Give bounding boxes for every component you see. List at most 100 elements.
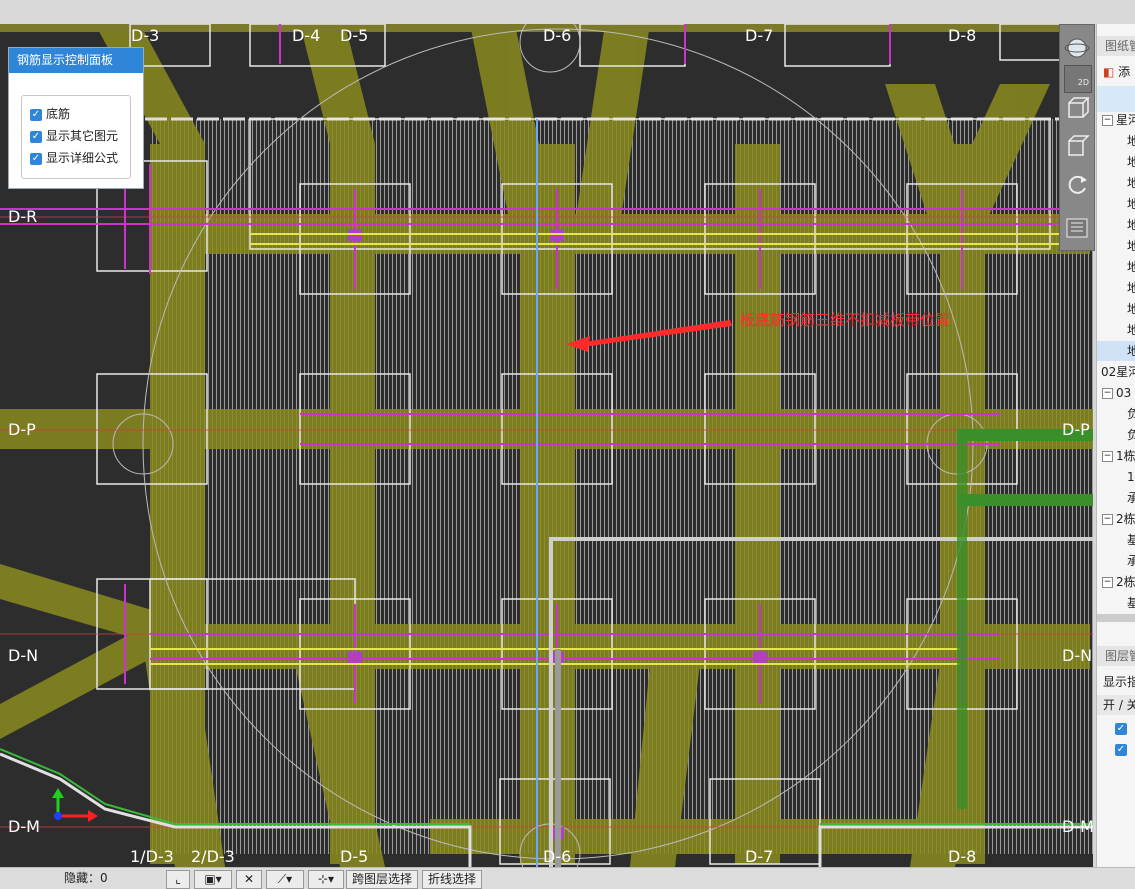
tree-item[interactable]: 负 [1097, 404, 1135, 424]
tree-item-label: 地 [1127, 344, 1135, 358]
rebar-drawing: D-3 D-4 D-5 D-6 D-7 D-8 D-R D-P D-N D-M … [0, 24, 1093, 867]
layer-toggle-2[interactable]: ✓ [1097, 738, 1135, 758]
point-tool-icon[interactable]: ⊹▾ [308, 870, 344, 889]
tree-item[interactable]: 地 [1097, 236, 1135, 256]
2d-label: 2D [1077, 78, 1089, 87]
tree-item-label: 负 [1127, 428, 1135, 442]
tree-item-label: 地 [1127, 218, 1135, 232]
tree-scrollbar[interactable] [1097, 614, 1135, 622]
cross-layer-select-button[interactable]: 跨图层选择 [346, 870, 418, 889]
axis-top-4: D-6 [543, 26, 571, 45]
tree-item[interactable]: 地 [1097, 194, 1135, 214]
cad-canvas[interactable]: D-3 D-4 D-5 D-6 D-7 D-8 D-R D-P D-N D-M … [0, 24, 1093, 867]
collapse-icon[interactable]: − [1102, 388, 1113, 399]
orbit-icon[interactable] [1064, 35, 1090, 61]
axis-top-1: D-3 [131, 26, 159, 45]
tree-item-label: 02星河 [1101, 365, 1135, 379]
tree-item[interactable]: −03 [1097, 383, 1135, 403]
tree-item-label: 地 [1127, 176, 1135, 190]
option-label: 底筋 [46, 107, 71, 121]
tree-item[interactable]: 地 [1097, 257, 1135, 277]
tree-item-label: 基 [1127, 596, 1135, 610]
tree-item[interactable]: 基 [1097, 593, 1135, 613]
tree-item[interactable]: 地 [1097, 320, 1135, 340]
axis-bottom-5: D-7 [745, 847, 773, 866]
tree-item[interactable]: 地 [1097, 173, 1135, 193]
tree-item[interactable]: 承 [1097, 488, 1135, 508]
tree-item[interactable]: 地 [1097, 278, 1135, 298]
2d-view-icon[interactable]: 2D [1064, 65, 1092, 93]
tree-item-label: 地 [1127, 239, 1135, 253]
rebar-display-control-panel: 钢筋显示控制面板 ✓ 底筋 ✓ 显示其它图元 ✓ 显示详细公式 [8, 47, 144, 189]
tree-item-label: 1 [1127, 470, 1135, 484]
axis-bottom-6: D-8 [948, 847, 976, 866]
axis-right-1: D-P [1062, 420, 1090, 439]
option-show-detailed-formula[interactable]: ✓ 显示详细公式 [30, 148, 140, 168]
tree-item[interactable]: −1栋 [1097, 446, 1135, 466]
option-show-other-elements[interactable]: ✓ 显示其它图元 [30, 126, 140, 146]
tree-item-label: 2栋 [1116, 512, 1135, 526]
tree-item[interactable]: −2栋 [1097, 509, 1135, 529]
axis-top-2: D-4 [292, 26, 320, 45]
axis-right-3: D-M [1062, 817, 1093, 836]
tree-item-label: 地 [1127, 155, 1135, 169]
tree-item[interactable]: 地 [1097, 152, 1135, 172]
tree-item-label: 地 [1127, 281, 1135, 295]
collapse-icon[interactable]: − [1102, 577, 1113, 588]
drawing-manager-panel: 图纸管 ◧ 添 图层管 显示指 开 / 关 ✓ ✓ −星河地地地地地地地地地地地… [1096, 24, 1135, 867]
axis-left-2: D-P [8, 420, 36, 439]
axis-top-3: D-5 [340, 26, 368, 45]
option-bottom-rebar[interactable]: ✓ 底筋 [30, 104, 140, 124]
tree-item-label: 承 [1127, 554, 1135, 568]
tree-item[interactable]: 地 [1097, 341, 1135, 361]
tree-item-label: 地 [1127, 323, 1135, 337]
status-bar: 隐藏： 0 ⌞ ▣▾ ✕ ⟋▾ ⊹▾ 跨图层选择 折线选择 [0, 867, 1135, 889]
3d-view-icon[interactable] [1064, 95, 1090, 121]
polyline-select-button[interactable]: 折线选择 [422, 870, 482, 889]
select-box-icon[interactable]: ▣▾ [194, 870, 232, 889]
axis-top-6: D-8 [948, 26, 976, 45]
tree-item[interactable]: 1 [1097, 467, 1135, 487]
line-tool-icon[interactable]: ⟋▾ [266, 870, 304, 889]
tree-item[interactable]: 地 [1097, 299, 1135, 319]
checkbox-checked-icon[interactable]: ✓ [1115, 744, 1127, 756]
tree-item[interactable]: 02星河 [1097, 362, 1135, 382]
layer-display-label: 显示指 [1103, 675, 1135, 689]
tree-item[interactable]: 承 [1097, 551, 1135, 571]
cross-select-icon[interactable]: ✕ [236, 870, 262, 889]
tree-item[interactable]: 地 [1097, 215, 1135, 235]
tree-item[interactable]: − 星河 [1097, 110, 1135, 130]
tree-item[interactable]: 负 [1097, 425, 1135, 445]
checkbox-checked-icon[interactable]: ✓ [30, 108, 42, 121]
option-label: 显示其它图元 [46, 129, 119, 143]
axis-bottom-4: D-6 [543, 847, 571, 866]
layer-onoff-header: 开 / 关 [1097, 695, 1135, 715]
tree-item[interactable]: 地 [1097, 131, 1135, 151]
panel-title: 钢筋显示控制面板 [9, 48, 143, 73]
box-view-icon[interactable] [1064, 133, 1090, 159]
tree-item[interactable]: −2栋 [1097, 572, 1135, 592]
checkbox-checked-icon[interactable]: ✓ [30, 152, 42, 165]
cursor-tool-icon[interactable]: ⌞ [166, 870, 190, 889]
tree-item-label: 2栋 [1116, 575, 1135, 589]
collapse-icon[interactable]: − [1102, 451, 1113, 462]
axis-left-1: D-R [8, 207, 37, 226]
layer-manager-title: 图层管 [1097, 646, 1135, 666]
collapse-icon[interactable]: − [1102, 514, 1113, 525]
axis-left-4: D-M [8, 817, 40, 836]
layout-icon[interactable] [1064, 215, 1090, 241]
hidden-count: 0 [100, 871, 108, 885]
collapse-icon[interactable]: − [1102, 115, 1113, 126]
tree-item[interactable]: 基 [1097, 530, 1135, 550]
tree-item-label: 承 [1127, 491, 1135, 505]
rotate-icon[interactable] [1064, 171, 1090, 197]
axis-bottom-1: 1/D-3 [130, 847, 174, 866]
checkbox-checked-icon[interactable]: ✓ [1115, 723, 1127, 735]
view-toolbar: 2D [1059, 24, 1095, 251]
checkbox-checked-icon[interactable]: ✓ [30, 130, 42, 143]
add-label: 添 [1118, 65, 1131, 79]
tree-item-label: 星河 [1116, 113, 1135, 127]
layer-toggle-1[interactable]: ✓ [1097, 717, 1135, 737]
add-drawing-button[interactable]: ◧ 添 [1097, 62, 1135, 82]
drawing-manager-title: 图纸管 [1097, 36, 1135, 56]
